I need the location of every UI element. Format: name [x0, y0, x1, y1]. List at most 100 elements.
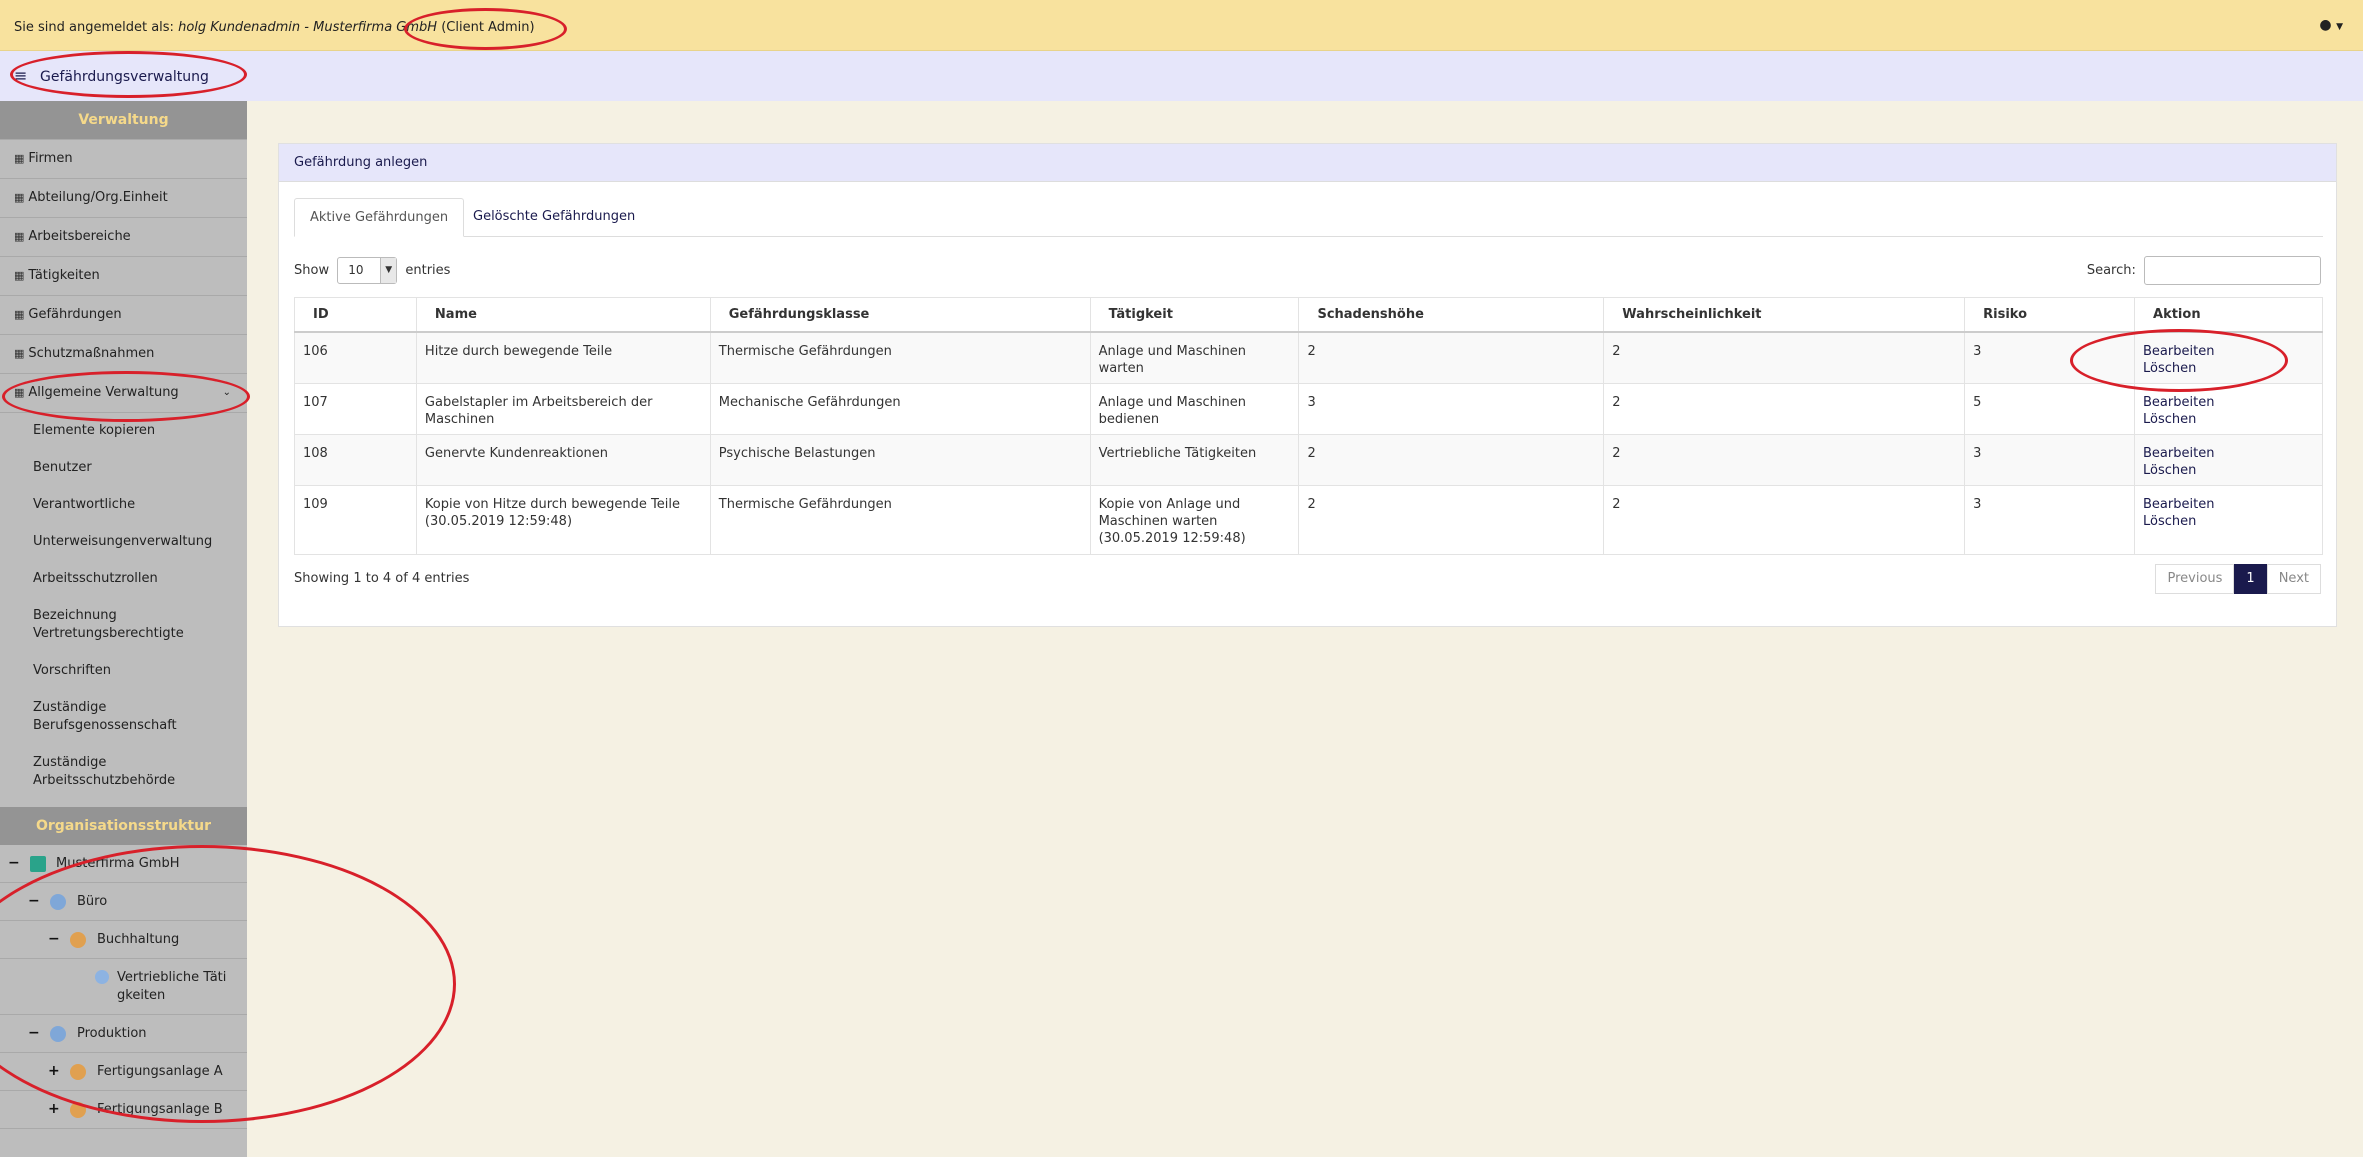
tree-node-label: Produktion	[77, 1026, 147, 1041]
sidebar-subitem-arbeitsschutzrollen[interactable]: Arbeitsschutzrollen	[0, 561, 247, 598]
cell-risiko: 3	[1964, 331, 2136, 384]
table-icon: ▦	[14, 191, 25, 204]
column-header-name[interactable]: Name	[415, 297, 711, 333]
user-menu-button[interactable]: ● ▼	[2319, 17, 2343, 33]
cell-schadenshoehe: 3	[1298, 382, 1605, 435]
tab-deleted-hazards[interactable]: Gelöschte Gefährdungen	[458, 198, 650, 237]
search-input[interactable]	[2144, 256, 2321, 285]
expand-icon[interactable]: +	[48, 1101, 60, 1117]
entries-select-value: 10	[348, 263, 364, 277]
sidebar-item-label: Allgemeine Verwaltung	[28, 385, 179, 400]
table-row: 109 Kopie von Hitze durch bewegende Teil…	[294, 484, 2323, 555]
cell-aktion: Bearbeiten Löschen	[2134, 331, 2323, 384]
sidebar-item-label: Schutzmaßnahmen	[28, 346, 155, 361]
tree-node-buchhaltung[interactable]: − Buchhaltung	[0, 921, 247, 959]
edit-link[interactable]: Bearbeiten	[2143, 445, 2314, 462]
cell-risiko: 5	[1964, 382, 2136, 435]
sidebar-subitem-verantwortliche[interactable]: Verantwortliche	[0, 487, 247, 524]
wrench-icon	[95, 970, 109, 984]
sidebar-subitem-elemente-kopieren[interactable]: Elemente kopieren	[0, 413, 247, 450]
login-info: Sie sind angemeldet als: holg Kundenadmi…	[14, 20, 535, 35]
collapse-icon[interactable]: −	[48, 931, 60, 947]
sidebar-subitem-unterweisungen[interactable]: Unterweisungenverwaltung	[0, 524, 247, 561]
collapse-icon[interactable]: −	[28, 1025, 40, 1041]
cell-name: Genervte Kundenreaktionen	[415, 433, 711, 486]
entries-select[interactable]: 10 ▼	[337, 257, 398, 284]
sidebar: Verwaltung ▦ Firmen ▦ Abteilung/Org.Einhei…	[0, 101, 247, 1157]
sidebar-section-organisationsstruktur: Organisationsstruktur	[0, 807, 247, 845]
delete-link[interactable]: Löschen	[2143, 411, 2314, 428]
sidebar-item-firmen[interactable]: ▦ Firmen	[0, 140, 247, 179]
cell-id: 108	[294, 433, 417, 486]
cell-name: Gabelstapler im Arbeitsbereich der Masch…	[415, 382, 711, 435]
edit-link[interactable]: Bearbeiten	[2143, 394, 2314, 411]
tree-node-musterfirma[interactable]: − Musterfirma GmbH	[0, 845, 247, 883]
work-area-icon	[70, 1102, 86, 1118]
pagination-previous[interactable]: Previous	[2155, 564, 2235, 594]
column-header-wahrscheinlichkeit[interactable]: Wahrscheinlichkeit	[1603, 297, 1966, 333]
sidebar-subitem-berufsgenossenschaft[interactable]: Zuständige Berufsgenossenschaft	[0, 690, 200, 745]
sidebar-item-gefaehrdungen[interactable]: ▦ Gefährdungen	[0, 296, 247, 335]
chevron-down-icon: ▼	[2336, 22, 2343, 32]
hazard-table: ID Name Gefährdungsklasse Tätigkeit Scha…	[294, 297, 2323, 555]
tree-node-fertigungsanlage-b[interactable]: + Fertigungsanlage B	[0, 1091, 247, 1129]
sidebar-item-arbeitsbereiche[interactable]: ▦ Arbeitsbereiche	[0, 218, 247, 257]
top-bar: Sie sind angemeldet als: holg Kundenadmi…	[0, 0, 2363, 51]
cell-taetigkeit: Anlage und Maschinen bedienen	[1089, 382, 1300, 435]
hazard-panel: Gefährdung anlegen Aktive Gefährdungen G…	[278, 143, 2337, 627]
pagination-page-1[interactable]: 1	[2234, 564, 2267, 594]
table-icon: ▦	[14, 230, 25, 243]
pagination-next[interactable]: Next	[2266, 564, 2321, 594]
delete-link[interactable]: Löschen	[2143, 513, 2314, 530]
table-row: 108 Genervte Kundenreaktionen Psychische…	[294, 433, 2323, 486]
cell-risiko: 3	[1964, 433, 2136, 486]
sidebar-item-label: Gefährdungen	[28, 307, 122, 322]
tree-node-label: Fertigungsanlage B	[97, 1102, 223, 1117]
tree-node-produktion[interactable]: − Produktion	[0, 1015, 247, 1053]
column-header-schadenshoehe[interactable]: Schadenshöhe	[1298, 297, 1605, 333]
sidebar-subitem-vorschriften[interactable]: Vorschriften	[0, 653, 247, 690]
sidebar-item-taetigkeiten[interactable]: ▦ Tätigkeiten	[0, 257, 247, 296]
search-label: Search:	[2086, 263, 2136, 278]
expand-icon[interactable]: +	[48, 1063, 60, 1079]
cell-id: 106	[294, 331, 417, 384]
app-title[interactable]: Gefährdungsverwaltung	[40, 69, 209, 85]
column-header-risiko[interactable]: Risiko	[1964, 297, 2136, 333]
entries-label: entries	[405, 263, 451, 278]
table-info: Showing 1 to 4 of 4 entries	[294, 571, 470, 586]
table-icon: ▦	[14, 386, 25, 399]
department-icon	[50, 1026, 66, 1042]
column-header-taetigkeit[interactable]: Tätigkeit	[1089, 297, 1300, 333]
tree-node-buero[interactable]: − Büro	[0, 883, 247, 921]
chevron-down-icon: ⌄	[222, 387, 231, 398]
sidebar-item-allgemeine-verwaltung[interactable]: ▦ Allgemeine Verwaltung ⌄	[0, 374, 247, 413]
tree-node-vertriebliche-taetigkeiten[interactable]: Vertriebliche Täti gkeiten	[0, 959, 247, 1015]
edit-link[interactable]: Bearbeiten	[2143, 343, 2314, 360]
collapse-icon[interactable]: −	[8, 855, 20, 871]
sidebar-subitem-benutzer[interactable]: Benutzer	[0, 450, 247, 487]
tree-node-label: Fertigungsanlage A	[97, 1064, 223, 1079]
cell-wahrscheinlichkeit: 2	[1603, 331, 1966, 384]
tree-node-label: Büro	[77, 894, 108, 909]
tree-node-fertigungsanlage-a[interactable]: + Fertigungsanlage A	[0, 1053, 247, 1091]
show-label: Show	[294, 263, 330, 278]
delete-link[interactable]: Löschen	[2143, 360, 2314, 377]
column-header-id[interactable]: ID	[294, 297, 417, 333]
column-header-klasse[interactable]: Gefährdungsklasse	[709, 297, 1091, 333]
sidebar-item-abteilung[interactable]: ▦ Abteilung/Org.Einheit	[0, 179, 247, 218]
edit-link[interactable]: Bearbeiten	[2143, 496, 2314, 513]
hamburger-icon[interactable]: ≡	[14, 66, 27, 85]
cell-klasse: Mechanische Gefährdungen	[709, 382, 1091, 435]
sidebar-item-schutzmassnahmen[interactable]: ▦ Schutzmaßnahmen	[0, 335, 247, 374]
delete-link[interactable]: Löschen	[2143, 462, 2314, 479]
cell-taetigkeit: Kopie von Anlage und Maschinen warten (3…	[1089, 484, 1300, 555]
tab-active-hazards[interactable]: Aktive Gefährdungen	[294, 198, 465, 237]
cell-name: Hitze durch bewegende Teile	[415, 331, 711, 384]
cell-name: Kopie von Hitze durch bewegende Teile (3…	[415, 484, 711, 555]
cell-risiko: 3	[1964, 484, 2136, 555]
collapse-icon[interactable]: −	[28, 893, 40, 909]
sidebar-item-label: Abteilung/Org.Einheit	[28, 190, 168, 205]
table-icon: ▦	[14, 347, 25, 360]
sidebar-subitem-vertretungsberechtigte[interactable]: Bezeichnung Vertretungsberechtigte	[0, 598, 184, 653]
sidebar-subitem-arbeitsschutzbehoerde[interactable]: Zuständige Arbeitsschutzbehörde	[0, 745, 200, 800]
